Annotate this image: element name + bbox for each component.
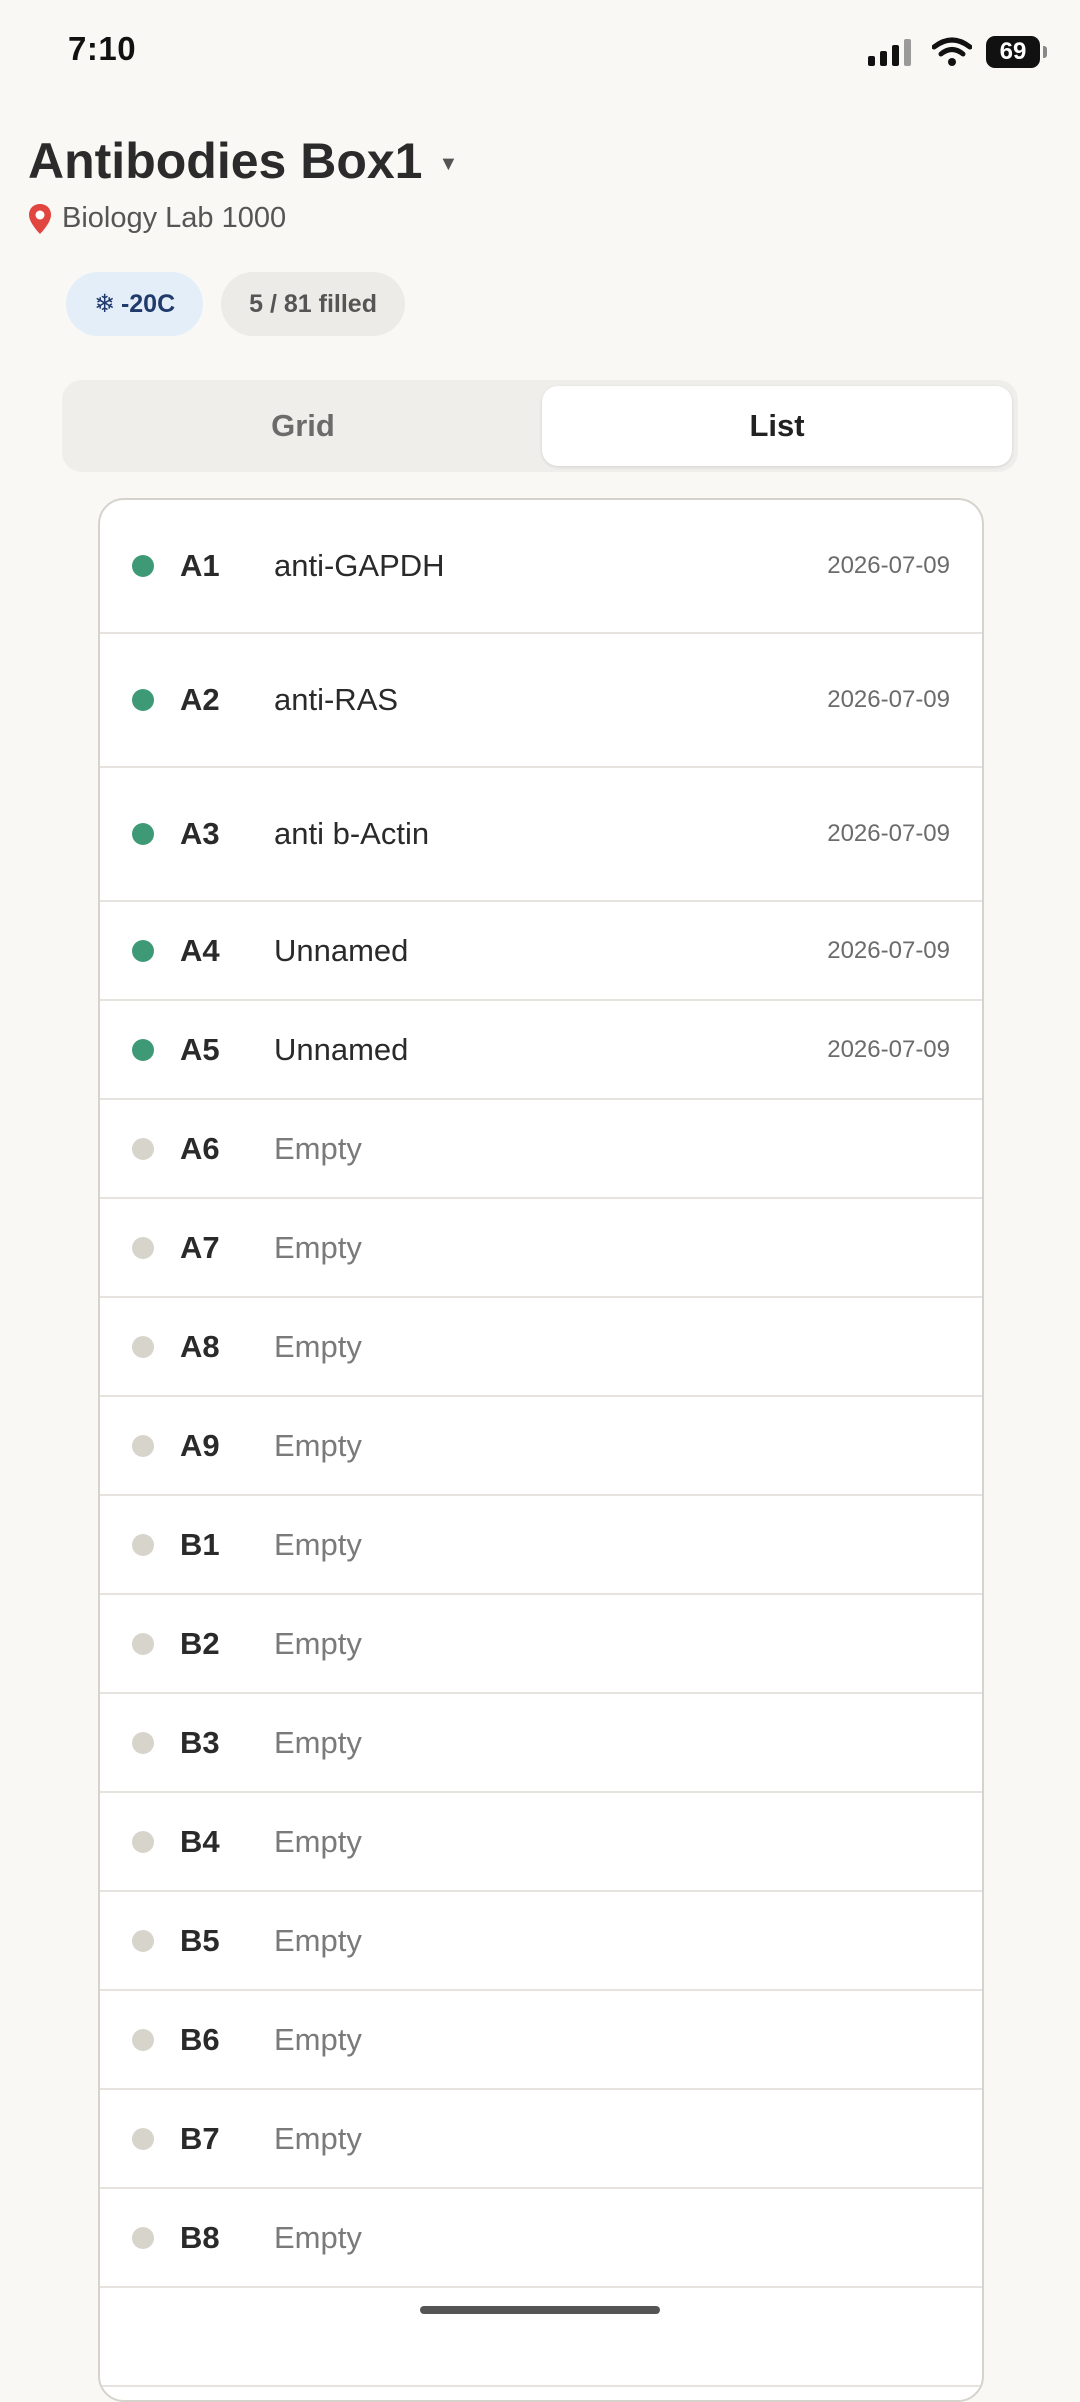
sample-name: Empty bbox=[274, 1229, 362, 1265]
view-toggle: Grid List bbox=[62, 380, 1018, 472]
status-dot-icon bbox=[132, 1632, 154, 1655]
sample-name: Empty bbox=[274, 1526, 362, 1562]
sample-name: Empty bbox=[274, 1922, 362, 1958]
info-chips: ❄ -20C 5 / 81 filled bbox=[66, 272, 405, 336]
sample-name: Empty bbox=[274, 1427, 362, 1463]
status-dot-icon bbox=[132, 1929, 154, 1952]
list-item[interactable]: B8 Empty bbox=[100, 2189, 982, 2288]
list-item[interactable]: A4 Unnamed 2026-07-09 bbox=[100, 902, 982, 1001]
sample-name: anti-RAS bbox=[274, 682, 399, 717]
cellular-signal-icon bbox=[868, 39, 911, 66]
slot-position: B8 bbox=[180, 2219, 220, 2255]
tab-grid[interactable]: Grid bbox=[68, 386, 538, 466]
temperature-chip: ❄ -20C bbox=[66, 272, 204, 336]
status-dot-icon bbox=[132, 1731, 154, 1754]
status-dot-icon bbox=[132, 689, 154, 711]
sample-date: 2026-07-09 bbox=[827, 936, 950, 964]
sample-name: Unnamed bbox=[274, 932, 409, 968]
status-bar: 7:10 69 bbox=[0, 0, 1080, 110]
list-item[interactable]: A9 Empty bbox=[100, 1397, 982, 1496]
sample-date: 2026-07-09 bbox=[827, 686, 950, 713]
status-dot-icon bbox=[132, 555, 154, 577]
battery-icon: 69 bbox=[986, 36, 1047, 68]
status-dot-icon bbox=[132, 823, 154, 845]
list-item[interactable]: B1 Empty bbox=[100, 1496, 982, 1595]
sample-name: Unnamed bbox=[274, 1031, 409, 1067]
slot-position: A7 bbox=[180, 1229, 220, 1265]
slot-position: B3 bbox=[180, 1724, 220, 1760]
slot-position: B1 bbox=[180, 1526, 220, 1562]
slot-position: A9 bbox=[180, 1427, 220, 1463]
list-item[interactable]: A6 Empty bbox=[100, 1100, 982, 1199]
status-dot-icon bbox=[132, 1236, 154, 1259]
slot-position: A5 bbox=[180, 1031, 220, 1067]
status-dot-icon bbox=[132, 1335, 154, 1358]
sample-name: Empty bbox=[274, 1130, 362, 1166]
slot-position: A3 bbox=[180, 816, 220, 851]
status-dot-icon bbox=[132, 1137, 154, 1160]
sample-name: Empty bbox=[274, 2021, 362, 2057]
list-item[interactable]: A3 anti b-Actin 2026-07-09 bbox=[100, 768, 982, 902]
wifi-icon bbox=[932, 37, 972, 66]
sample-list: A1 anti-GAPDH 2026-07-09 A2 anti-RAS 202… bbox=[98, 498, 984, 2402]
list-item[interactable]: B2 Empty bbox=[100, 1595, 982, 1694]
status-dot-icon bbox=[132, 1533, 154, 1556]
status-dot-icon bbox=[132, 2226, 154, 2249]
sample-name: Empty bbox=[274, 2120, 362, 2156]
sample-name: anti-GAPDH bbox=[274, 548, 445, 583]
status-icons: 69 bbox=[868, 36, 1047, 68]
list-item[interactable]: B5 Empty bbox=[100, 1892, 982, 1991]
slot-position: B6 bbox=[180, 2021, 220, 2057]
list-item[interactable]: B6 Empty bbox=[100, 1991, 982, 2090]
filled-count-label: 5 / 81 filled bbox=[249, 289, 377, 318]
location-pin-icon bbox=[29, 203, 51, 234]
list-item[interactable]: B3 Empty bbox=[100, 1694, 982, 1793]
sample-name: Empty bbox=[274, 1625, 362, 1661]
sample-name: Empty bbox=[274, 1823, 362, 1859]
sample-date: 2026-07-09 bbox=[827, 552, 950, 579]
sample-name: anti b-Actin bbox=[274, 816, 430, 851]
slot-position: B5 bbox=[180, 1922, 220, 1958]
sample-date: 2026-07-09 bbox=[827, 1035, 950, 1063]
slot-position: A4 bbox=[180, 932, 220, 968]
sample-name: Empty bbox=[274, 1328, 362, 1364]
list-item[interactable]: A1 anti-GAPDH 2026-07-09 bbox=[100, 500, 982, 634]
status-dot-icon bbox=[132, 1038, 154, 1061]
slot-position: A8 bbox=[180, 1328, 220, 1364]
list-item[interactable]: A2 anti-RAS 2026-07-09 bbox=[100, 634, 982, 768]
list-item[interactable]: B7 Empty bbox=[100, 2090, 982, 2189]
list-item[interactable]: A7 Empty bbox=[100, 1199, 982, 1298]
filled-count-chip: 5 / 81 filled bbox=[221, 272, 405, 336]
status-dot-icon bbox=[132, 1830, 154, 1853]
location-label: Biology Lab 1000 bbox=[28, 202, 286, 235]
dropdown-caret-icon[interactable]: ▼ bbox=[438, 153, 458, 176]
list-item[interactable]: A5 Unnamed 2026-07-09 bbox=[100, 1001, 982, 1100]
slot-position: A1 bbox=[180, 548, 220, 583]
slot-position: B4 bbox=[180, 1823, 220, 1859]
status-dot-icon bbox=[132, 1434, 154, 1457]
slot-position: B2 bbox=[180, 1625, 220, 1661]
slot-position: B7 bbox=[180, 2120, 220, 2156]
home-indicator[interactable] bbox=[420, 2306, 660, 2314]
tab-list[interactable]: List bbox=[542, 386, 1012, 466]
status-dot-icon bbox=[132, 939, 154, 962]
slot-position: A6 bbox=[180, 1130, 220, 1166]
snowflake-icon: ❄ bbox=[94, 290, 115, 318]
list-item[interactable]: B4 Empty bbox=[100, 1793, 982, 1892]
status-dot-icon bbox=[132, 2127, 154, 2150]
box-title: Antibodies Box1 bbox=[28, 133, 423, 189]
list-item-partial[interactable] bbox=[100, 2288, 982, 2387]
temperature-label: -20C bbox=[120, 289, 176, 318]
sample-name: Empty bbox=[274, 1724, 362, 1760]
list-item[interactable]: A8 Empty bbox=[100, 1298, 982, 1397]
sample-date: 2026-07-09 bbox=[827, 820, 950, 847]
sample-name: Empty bbox=[274, 2219, 362, 2255]
box-selector[interactable]: Antibodies Box1 ▼ bbox=[28, 132, 458, 190]
slot-position: A2 bbox=[180, 682, 220, 717]
status-dot-icon bbox=[132, 2028, 154, 2051]
status-time: 7:10 bbox=[68, 30, 137, 67]
location-text: Biology Lab 1000 bbox=[62, 202, 287, 234]
